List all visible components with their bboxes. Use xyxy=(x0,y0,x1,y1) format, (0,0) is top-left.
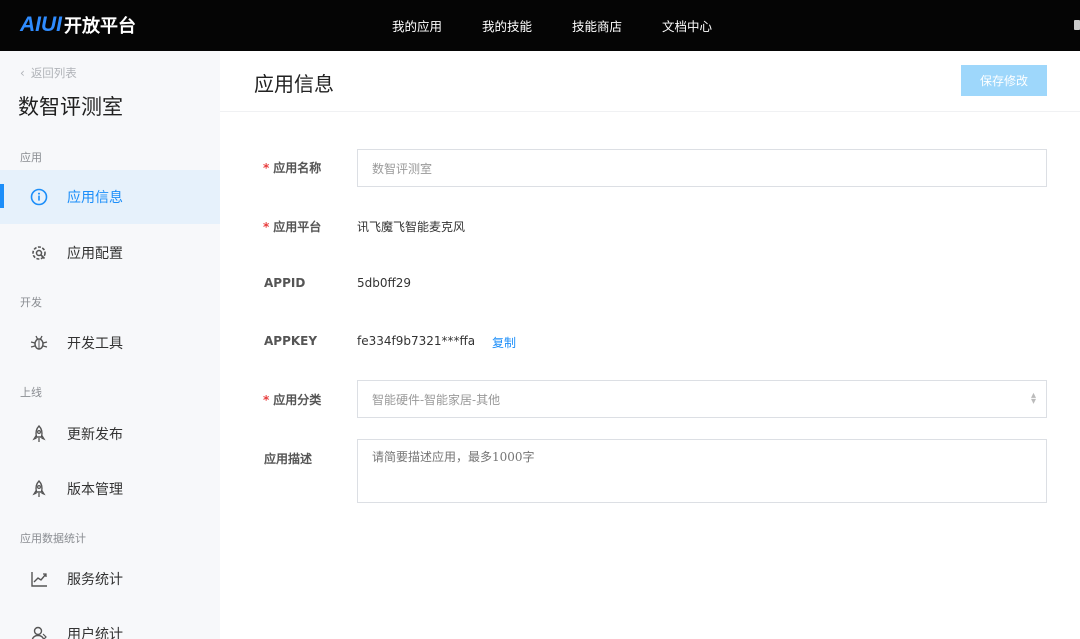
section-label-stats: 应用数据统计 xyxy=(20,532,86,545)
main-nav: 我的应用 我的技能 技能商店 文档中心 xyxy=(392,0,752,51)
trend-chart-icon xyxy=(29,569,49,589)
logo-text: 开放平台 xyxy=(64,16,136,37)
section-label-release: 上线 xyxy=(20,386,42,399)
appkey-label: APPKEY xyxy=(264,334,318,348)
mail-icon[interactable] xyxy=(1074,20,1080,30)
app-category-label: * 应用分类 xyxy=(263,391,363,408)
nav-skill-store[interactable]: 技能商店 xyxy=(572,16,622,35)
nav-my-skills[interactable]: 我的技能 xyxy=(482,16,532,35)
app-description-textarea[interactable] xyxy=(357,439,1047,503)
sidebar-item-dev-tools[interactable]: 开发工具 xyxy=(0,316,220,370)
chevron-left-icon: ‹ xyxy=(20,66,25,80)
app-name-label-text: 应用名称 xyxy=(273,161,322,175)
required-mark: * xyxy=(263,220,270,234)
sidebar-item-label: 开发工具 xyxy=(67,336,123,352)
section-label-app: 应用 xyxy=(20,151,42,164)
section-label-dev: 开发 xyxy=(20,296,42,309)
nav-docs[interactable]: 文档中心 xyxy=(662,16,712,35)
sidebar-item-version-management[interactable]: 版本管理 xyxy=(0,462,220,516)
sidebar-item-label: 用户统计 xyxy=(67,627,123,639)
logo-mark: AIUI xyxy=(20,13,62,36)
page-title: 应用信息 xyxy=(254,72,334,96)
required-mark: * xyxy=(263,393,270,407)
sidebar-item-service-stats[interactable]: 服务统计 xyxy=(0,552,220,606)
back-link-label: 返回列表 xyxy=(30,66,77,80)
sidebar-item-label: 服务统计 xyxy=(67,572,123,588)
select-updown-icon: ▴ ▾ xyxy=(1030,390,1036,407)
app-platform-label: * 应用平台 xyxy=(263,218,363,235)
appid-label: APPID xyxy=(264,276,306,290)
copy-appkey-link[interactable]: 复制 xyxy=(492,334,516,351)
user-icon xyxy=(29,624,49,639)
sidebar-item-app-info[interactable]: 应用信息 xyxy=(0,170,220,224)
bug-icon xyxy=(29,333,49,353)
appkey-value: fe334f9b7321***ffa xyxy=(357,334,476,348)
app-description-label: 应用描述 xyxy=(264,452,313,466)
aiui-logo[interactable]: AIUI 开放平台 xyxy=(20,12,136,38)
sidebar-item-update-release[interactable]: 更新发布 xyxy=(0,407,220,461)
main-content: 应用信息 保存修改 *应用名称 *应用平台 讯飞魔飞智能麦克风 APPID 5d… xyxy=(220,51,1080,639)
app-platform-label-text: 应用平台 xyxy=(273,220,322,234)
sidebar-item-label: 应用配置 xyxy=(67,246,123,262)
sidebar-item-app-config[interactable]: 应用配置 xyxy=(0,226,220,280)
app-title: 数智评测室 xyxy=(18,95,123,119)
app-category-label-text: 应用分类 xyxy=(273,393,322,407)
rocket-icon xyxy=(29,479,49,499)
header-divider xyxy=(220,111,1080,112)
save-changes-button[interactable]: 保存修改 xyxy=(961,65,1047,96)
app-name-input[interactable] xyxy=(357,149,1047,187)
required-mark: * xyxy=(263,161,270,175)
appid-value: 5db0ff29 xyxy=(357,276,412,290)
app-category-selected: 智能硬件-智能家居-其他 xyxy=(372,392,501,407)
app-name-label: * 应用名称 xyxy=(263,159,363,176)
rocket-icon xyxy=(29,424,49,444)
back-to-list-link[interactable]: ‹ 返回列表 xyxy=(20,65,77,81)
app-category-select[interactable]: 智能硬件-智能家居-其他 ▴ ▾ xyxy=(357,380,1047,418)
app-platform-value: 讯飞魔飞智能麦克风 xyxy=(357,220,466,234)
gear-icon xyxy=(29,243,49,263)
sidebar: ‹ 返回列表 数智评测室 应用 应用信息 应用配置 开发 开发工具 上线 更新发… xyxy=(0,51,220,639)
nav-my-apps[interactable]: 我的应用 xyxy=(392,16,442,35)
sidebar-item-label: 更新发布 xyxy=(67,427,123,443)
top-navbar: AIUI 开放平台 我的应用 我的技能 技能商店 文档中心 xyxy=(0,0,1080,51)
info-icon xyxy=(29,187,49,207)
sidebar-item-user-stats[interactable]: 用户统计 xyxy=(0,607,220,639)
sidebar-item-label: 版本管理 xyxy=(67,482,123,498)
sidebar-item-label: 应用信息 xyxy=(67,190,123,206)
